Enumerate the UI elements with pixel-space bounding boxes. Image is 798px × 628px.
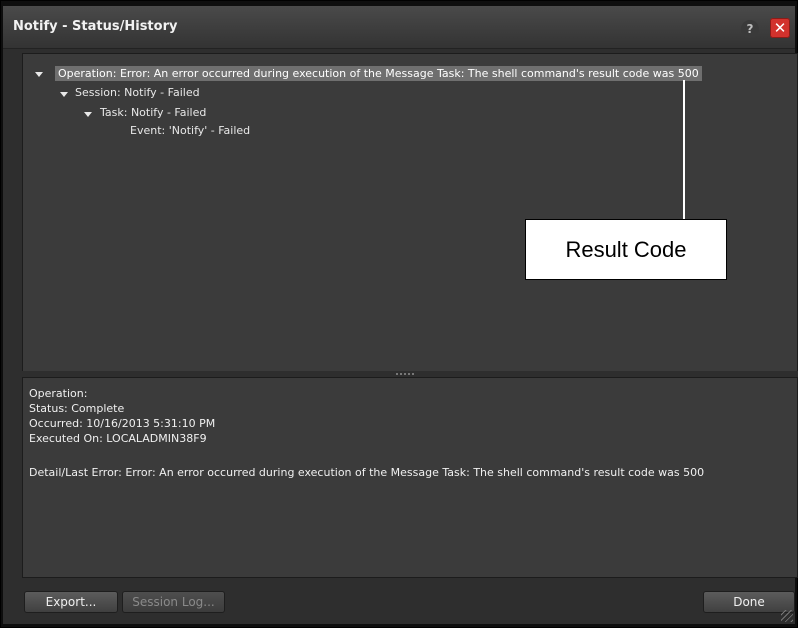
tree-node-task[interactable]: Task: Notify - Failed: [100, 106, 206, 119]
detail-operation: Operation:: [29, 387, 88, 400]
resize-grip-icon[interactable]: [781, 610, 793, 622]
window-title: Notify - Status/History: [13, 19, 178, 34]
expand-caret-icon[interactable]: [84, 112, 92, 117]
detail-last-error: Detail/Last Error: Error: An error occur…: [29, 466, 705, 479]
expand-caret-icon[interactable]: [60, 92, 68, 97]
tree-node-event[interactable]: Event: 'Notify' - Failed: [130, 124, 250, 137]
detail-occurred: Occurred: 10/16/2013 5:31:10 PM: [29, 417, 216, 430]
tree-node-session[interactable]: Session: Notify - Failed: [75, 86, 200, 99]
detail-panel: Operation: Status: Complete Occurred: 10…: [22, 377, 798, 578]
result-code-callout: Result Code: [525, 219, 727, 280]
expand-caret-icon[interactable]: [35, 72, 43, 77]
session-log-button[interactable]: Session Log...: [122, 591, 225, 613]
detail-status: Status: Complete: [29, 402, 125, 415]
title-bar[interactable]: Notify - Status/History ? ✕: [3, 6, 795, 49]
export-button[interactable]: Export...: [24, 591, 118, 613]
history-tree[interactable]: Operation: Error: An error occurred duri…: [22, 53, 798, 372]
callout-line: [683, 80, 685, 220]
help-icon[interactable]: ?: [741, 20, 759, 38]
tree-node-operation[interactable]: Operation: Error: An error occurred duri…: [55, 66, 702, 81]
detail-executed-on: Executed On: LOCALADMIN38F9: [29, 432, 207, 445]
close-icon[interactable]: ✕: [770, 18, 790, 38]
splitter-grip-icon[interactable]: [396, 373, 416, 375]
